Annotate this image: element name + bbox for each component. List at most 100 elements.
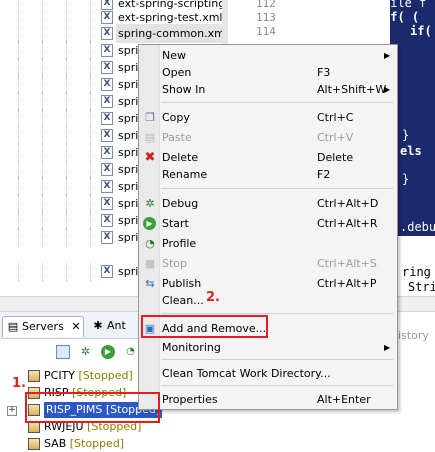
menu-item-label: Debug — [162, 197, 199, 210]
xml-file-icon: X — [101, 265, 113, 278]
stop-icon: ■ — [144, 257, 156, 270]
server-icon — [28, 438, 40, 450]
xml-file-icon: X — [101, 231, 113, 244]
annotation-step-1: 1. — [12, 376, 26, 391]
xml-file-icon: X — [101, 95, 113, 108]
menu-item-copy[interactable]: ❐ Copy Ctrl+C — [139, 108, 397, 128]
xml-file-icon: X — [101, 78, 113, 91]
annotation-step-2: 2. — [206, 290, 220, 305]
server-name: SAB — [44, 437, 67, 450]
code-line: File f — [383, 0, 427, 10]
menu-item-label: Paste — [162, 131, 192, 144]
line-numbers: 112 113 114 — [228, 0, 286, 48]
code-line: .debu — [400, 220, 435, 234]
menu-item-stop[interactable]: ■ Stop Ctrl+Alt+S — [139, 254, 397, 274]
debug-icon[interactable]: ✲ — [79, 345, 93, 359]
menu-item-label: Clean Tomcat Work Directory... — [162, 367, 331, 380]
menu-item-clean-tomcat-work-directory[interactable]: Clean Tomcat Work Directory... — [139, 364, 397, 384]
menu-item-profile[interactable]: ◔ Profile — [139, 234, 397, 254]
xml-file-icon: X — [101, 44, 113, 57]
code-line: if( — [410, 24, 432, 38]
server-icon — [28, 370, 40, 382]
xml-file-icon: X — [101, 197, 113, 210]
xml-file-icon: X — [101, 11, 113, 24]
menu-item-label: Rename — [162, 168, 208, 181]
menu-item-clean[interactable]: Clean... — [139, 291, 397, 311]
line-number: 114 — [256, 25, 276, 38]
menu-item-label: Properties — [162, 393, 218, 406]
xml-file-icon: X — [101, 61, 113, 74]
tab-label: Servers — [22, 320, 64, 333]
code-line: els — [400, 144, 422, 158]
code-line: ring — [402, 265, 431, 279]
history-tab-label[interactable]: listory — [395, 329, 429, 342]
server-status: [Stopped] — [69, 437, 125, 450]
server-label: SAB [Stopped] — [44, 436, 124, 452]
annotation-box-add-remove — [141, 315, 268, 338]
code-line: } — [402, 128, 410, 142]
code-line: Stri — [408, 280, 435, 294]
menu-item-label: Start — [162, 217, 189, 230]
start-server-icon[interactable]: ▶ — [101, 345, 115, 359]
menu-item-label: Copy — [162, 111, 190, 124]
copy-icon: ❐ — [145, 111, 155, 124]
menu-item-shortcut: Alt+Enter — [317, 393, 371, 406]
menu-item-shortcut: Ctrl+Alt+D — [317, 197, 379, 210]
xml-file-icon: X — [101, 27, 113, 40]
profile-icon: ◔ — [145, 237, 155, 250]
tree-guide-lines — [0, 262, 96, 281]
submenu-arrow-icon: ▶ — [384, 85, 391, 94]
menu-item-show-in[interactable]: Show In Alt+Shift+W ▶ — [139, 80, 397, 100]
menu-item-shortcut: Ctrl+Alt+S — [317, 257, 377, 270]
xml-file-icon: X — [101, 180, 113, 193]
debug-icon: ✲ — [145, 197, 155, 210]
ant-icon: ✱ — [93, 319, 103, 332]
xml-file-icon: X — [101, 129, 113, 142]
tab-ant[interactable]: ✱ Ant — [88, 316, 138, 336]
menu-item-shortcut: Alt+Shift+W — [317, 83, 387, 96]
xml-file-icon: X — [101, 146, 113, 159]
menu-item-shortcut: F2 — [317, 168, 331, 181]
tree-guide-lines — [0, 228, 96, 247]
file-name: spri — [118, 231, 139, 244]
menu-separator — [161, 188, 393, 189]
file-name: spri — [118, 265, 139, 278]
profile-icon[interactable]: ◔ — [124, 345, 138, 359]
submenu-arrow-icon: ▶ — [384, 343, 391, 352]
menu-item-properties[interactable]: Properties Alt+Enter — [139, 390, 397, 410]
server-name: PCITY — [44, 369, 75, 382]
server-row[interactable]: SAB [Stopped] — [0, 436, 222, 452]
menu-item-debug[interactable]: ✲ Debug Ctrl+Alt+D — [139, 194, 397, 214]
annotation-box-server — [25, 392, 160, 423]
servers-icon: ▤ — [7, 320, 19, 333]
close-icon[interactable]: ✕ — [71, 320, 80, 333]
code-line: } — [402, 172, 410, 186]
paste-icon: ▤ — [144, 131, 156, 144]
menu-item-label: Clean... — [162, 294, 204, 307]
menu-separator — [161, 385, 393, 386]
menu-item-start[interactable]: ▶ Start Ctrl+Alt+R — [139, 214, 397, 234]
menu-item-label: Monitoring — [162, 341, 221, 354]
server-label: PCITY [Stopped] — [44, 368, 133, 384]
expand-icon[interactable]: + — [7, 406, 17, 416]
start-icon: ▶ — [143, 217, 156, 230]
server-status: [Stopped] — [78, 369, 133, 382]
publish-icon: ⇆ — [145, 277, 155, 290]
tab-servers[interactable]: ▤ Servers ✕ — [2, 316, 84, 337]
xml-file-icon: X — [101, 112, 113, 125]
menu-item-monitoring[interactable]: Monitoring ▶ — [139, 338, 397, 358]
menu-separator — [161, 359, 393, 360]
menu-item-paste[interactable]: ▤ Paste Ctrl+V — [139, 128, 397, 148]
xml-file-icon: X — [101, 163, 113, 176]
menu-item-shortcut: Ctrl+C — [317, 111, 354, 124]
line-number: 112 — [256, 0, 276, 10]
code-line: if( ( — [383, 10, 420, 24]
collapse-all-icon[interactable] — [56, 345, 70, 359]
tab-label: Ant — [107, 319, 126, 332]
menu-item-shortcut: Ctrl+Alt+R — [317, 217, 378, 230]
menu-item-label: Stop — [162, 257, 188, 270]
menu-separator — [161, 102, 393, 103]
menu-item-rename[interactable]: Rename F2 — [139, 165, 397, 185]
menu-item-shortcut: Ctrl+V — [317, 131, 354, 144]
menu-separator — [161, 313, 393, 314]
